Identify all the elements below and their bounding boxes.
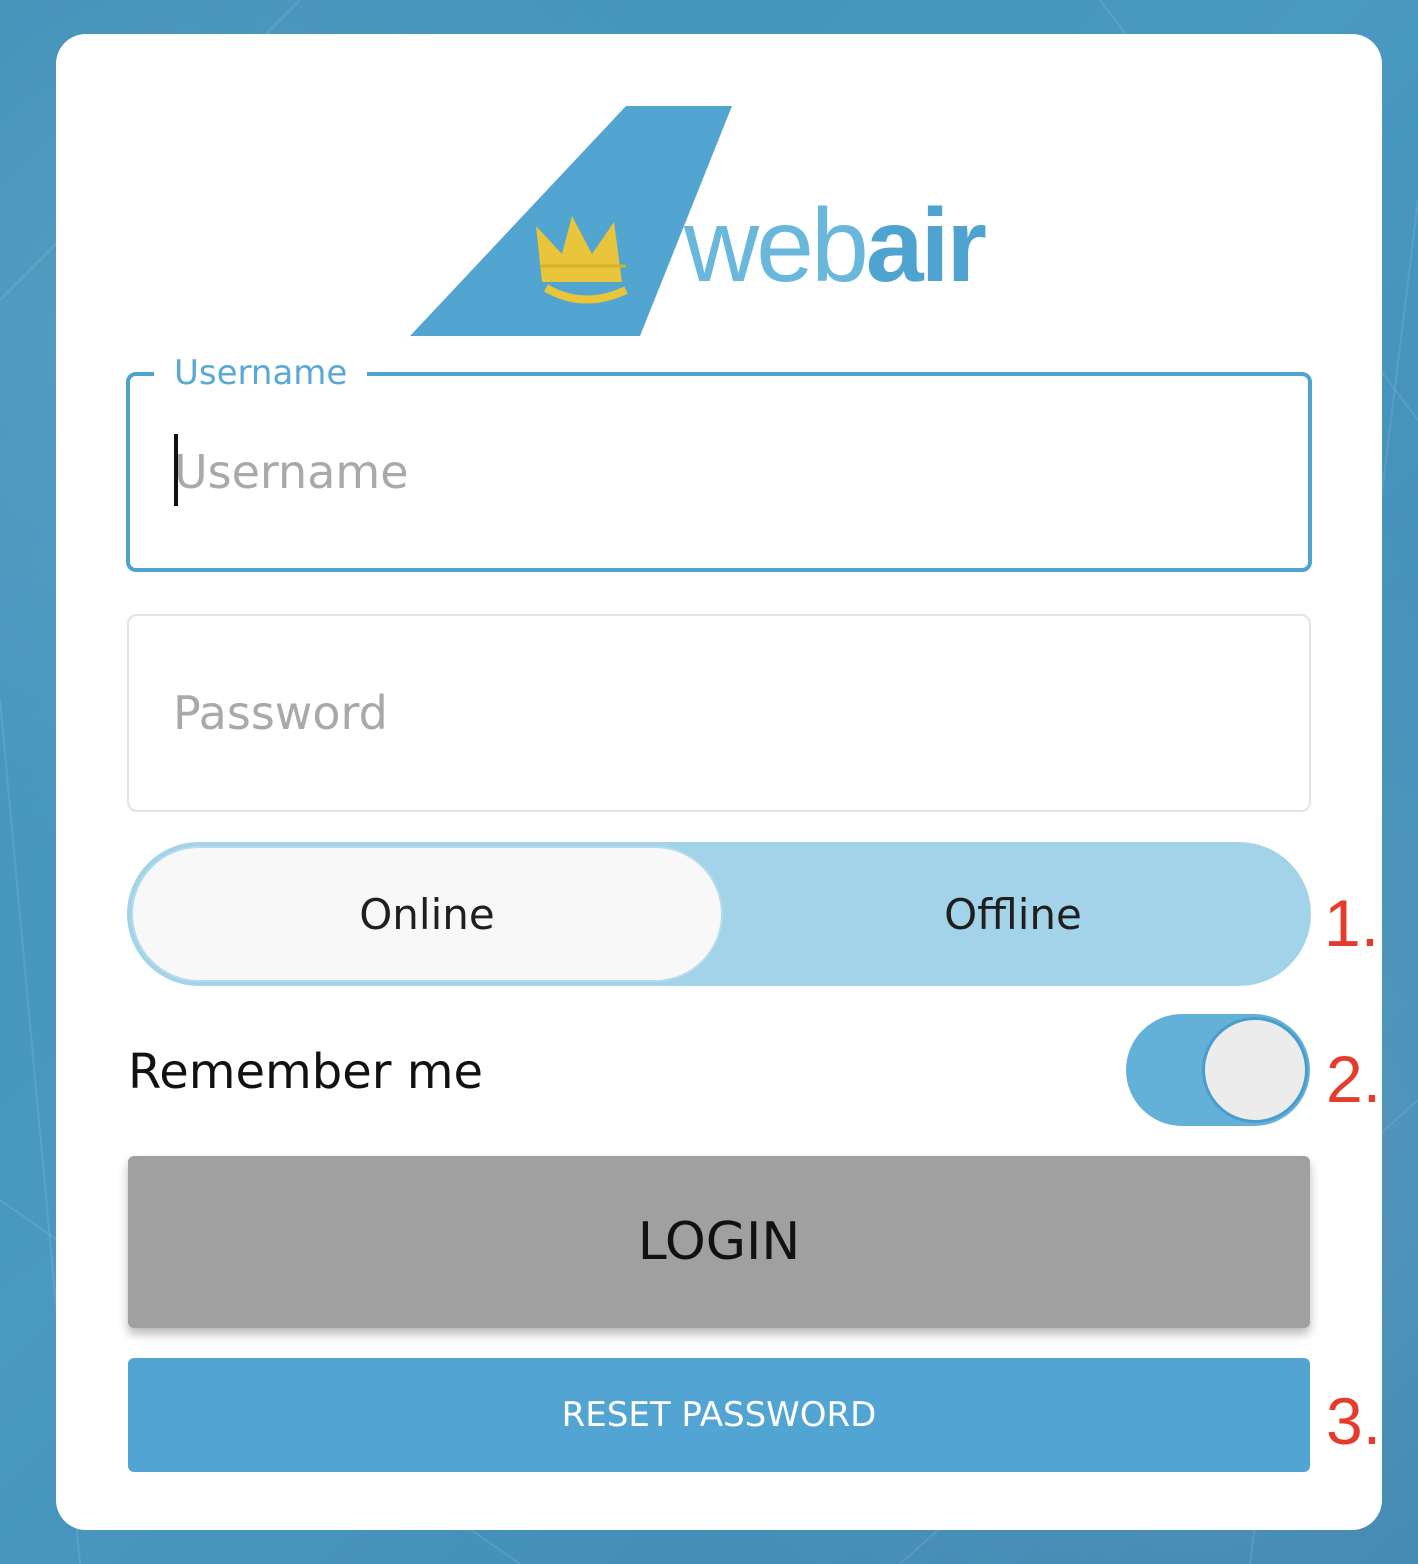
mode-option-online[interactable]: Online	[133, 848, 721, 980]
webair-logo: webair	[408, 104, 1038, 340]
username-field[interactable]: Username	[126, 352, 1312, 572]
password-input[interactable]	[173, 616, 1263, 810]
login-button[interactable]: LOGIN	[128, 1156, 1310, 1328]
logo-text-web: web	[684, 188, 869, 304]
remember-me-toggle[interactable]	[1126, 1014, 1310, 1126]
password-field[interactable]	[127, 614, 1311, 812]
toggle-knob	[1202, 1017, 1308, 1123]
username-input[interactable]	[174, 376, 1264, 568]
mode-segmented-control[interactable]: Online Offline	[127, 842, 1311, 986]
text-cursor	[174, 434, 178, 506]
reset-password-button[interactable]: RESET PASSWORD	[128, 1358, 1310, 1472]
annotation-1: 1.	[1324, 886, 1380, 960]
logo-text-air: air	[865, 188, 987, 304]
remember-me-label: Remember me	[128, 1044, 484, 1100]
annotation-3: 3.	[1326, 1384, 1382, 1458]
mode-option-offline[interactable]: Offline	[721, 848, 1305, 980]
annotation-2: 2.	[1326, 1042, 1382, 1116]
logo-wordmark: webair	[684, 194, 987, 298]
